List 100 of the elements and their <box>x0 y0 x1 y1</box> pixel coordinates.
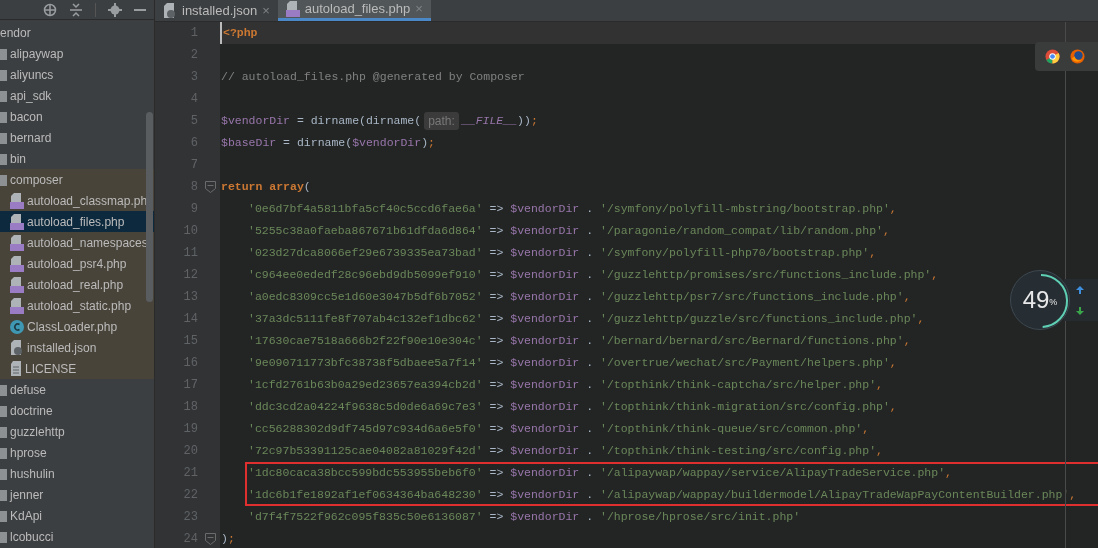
code-token: ; <box>227 531 235 548</box>
code-token: => <box>488 289 505 306</box>
tree-item[interactable]: ClassLoader.php <box>0 316 154 337</box>
code-token: '/topthink/think-testing/src/config.php' <box>600 443 877 460</box>
code-token: '/guzzlehttp/psr7/src/functions_include.php' <box>600 289 904 306</box>
code-token: . <box>585 267 595 284</box>
code-token: $vendorDir <box>510 487 580 504</box>
code-token: )) <box>517 113 531 130</box>
memory-percent: 49 <box>1022 288 1050 312</box>
tree-item[interactable]: api_sdk <box>0 85 154 106</box>
browser-icon[interactable] <box>1045 49 1060 64</box>
code-token: $vendorDir <box>510 311 580 328</box>
folder-icon <box>0 68 7 81</box>
code-token: '/guzzlehttp/guzzle/src/functions_include.php' <box>600 311 918 328</box>
code-token: , <box>903 333 911 350</box>
code-token: $vendorDir <box>352 135 422 152</box>
code-token: . <box>585 399 595 416</box>
tree-item[interactable]: doctrine <box>0 400 154 421</box>
tree-item[interactable]: composer <box>0 169 154 190</box>
php-file-icon <box>10 213 24 230</box>
tree-item[interactable]: bernard <box>0 127 154 148</box>
folder-icon <box>0 383 7 396</box>
code-token: , <box>882 223 890 240</box>
code-token: // autoload_files.php @generated by Composer <box>221 69 525 86</box>
tree-item[interactable]: endor <box>0 22 154 43</box>
tree-item[interactable]: jenner <box>0 484 154 505</box>
tree-item[interactable]: KdApi <box>0 505 154 526</box>
code-token: . <box>585 201 595 218</box>
tree-item[interactable]: autoload_namespaces <box>0 232 154 253</box>
tree-item[interactable]: autoload_static.php <box>0 295 154 316</box>
locate-icon[interactable] <box>43 2 57 17</box>
tree-item[interactable]: bin <box>0 148 154 169</box>
browser-icon[interactable] <box>1070 49 1085 64</box>
code-token: => <box>488 201 505 218</box>
code-token: $vendorDir <box>510 333 580 350</box>
code-token: $vendorDir <box>510 267 580 284</box>
code-token: , <box>903 289 911 306</box>
fold-marker-icon[interactable] <box>204 181 216 193</box>
editor-tab[interactable]: installed.json × <box>155 0 278 21</box>
code-token: 'a0edc8309cc5e1d60e3047b5df6b7052' <box>248 289 483 306</box>
code-token: => <box>488 443 505 460</box>
collapse-all-icon[interactable] <box>69 2 83 17</box>
folder-icon <box>0 152 7 165</box>
folder-icon <box>0 446 7 459</box>
folder-icon <box>0 47 7 60</box>
code-token: , <box>862 421 870 438</box>
code-token: => <box>488 355 505 372</box>
tree-item[interactable]: aliyuncs <box>0 64 154 85</box>
code-token: '5255c38a0faeba867671b61dfda6d864' <box>248 223 483 240</box>
folder-icon <box>0 131 7 144</box>
tree-item[interactable]: lcobucci <box>0 526 154 547</box>
code-token: $vendorDir <box>510 443 580 460</box>
tree-item[interactable]: guzzlehttp <box>0 421 154 442</box>
tree-item[interactable]: autoload_files.php <box>0 211 154 232</box>
php-file-icon <box>285 1 300 17</box>
code-token: , <box>931 267 939 284</box>
fold-marker-icon[interactable] <box>204 533 216 545</box>
code-token: return array <box>221 179 304 196</box>
tree-item[interactable]: alipaywap <box>0 43 154 64</box>
tree-item[interactable]: installed.json <box>0 337 154 358</box>
download-arrow-icon <box>1076 306 1084 315</box>
code-token: , <box>889 355 897 372</box>
code-token: '/topthink/think-captcha/src/helper.php' <box>600 377 877 394</box>
tab-label: autoload_files.php <box>304 0 411 19</box>
scrollbar[interactable] <box>146 112 153 302</box>
code-token: . <box>585 289 595 306</box>
upload-arrow-icon <box>1076 285 1084 294</box>
code-token: => <box>488 487 505 504</box>
code-token: => <box>488 509 505 526</box>
php-file-icon <box>10 276 24 293</box>
code-token: $vendorDir <box>510 509 580 526</box>
tree-item[interactable]: autoload_real.php <box>0 274 154 295</box>
tree-item[interactable]: hprose <box>0 442 154 463</box>
tree-item[interactable]: LICENSE <box>0 358 154 379</box>
folder-icon <box>0 425 7 438</box>
code-token: '/guzzlehttp/promises/src/functions_include.php' <box>600 267 932 284</box>
code-token: '/paragonie/random_compat/lib/random.php' <box>600 223 883 240</box>
code-token: , <box>869 245 877 262</box>
tree-item[interactable]: defuse <box>0 379 154 400</box>
tree-item[interactable]: bacon <box>0 106 154 127</box>
code-token: $vendorDir <box>510 223 580 240</box>
tree-item[interactable]: hushulin <box>0 463 154 484</box>
editor-tab[interactable]: autoload_files.php × <box>277 0 431 21</box>
code-token: => <box>488 267 505 284</box>
code-token: $vendorDir <box>510 377 580 394</box>
close-icon[interactable]: × <box>262 0 270 21</box>
code-token: => <box>488 465 505 482</box>
code-token: . <box>585 245 595 262</box>
folder-icon <box>0 530 7 543</box>
settings-icon[interactable] <box>108 2 122 17</box>
code-token: . <box>585 443 595 460</box>
code-token: <?php <box>223 25 258 42</box>
code-token: , <box>1069 487 1077 504</box>
tree-item[interactable]: autoload_psr4.php <box>0 253 154 274</box>
code-token: , <box>889 399 897 416</box>
code-token: '/topthink/think-migration/src/config.php' <box>600 399 890 416</box>
code-token: => <box>488 399 505 416</box>
tree-item[interactable]: autoload_classmap.ph <box>0 190 154 211</box>
code-token: '/hprose/hprose/src/init.php' <box>600 509 801 526</box>
folder-icon <box>0 467 7 480</box>
